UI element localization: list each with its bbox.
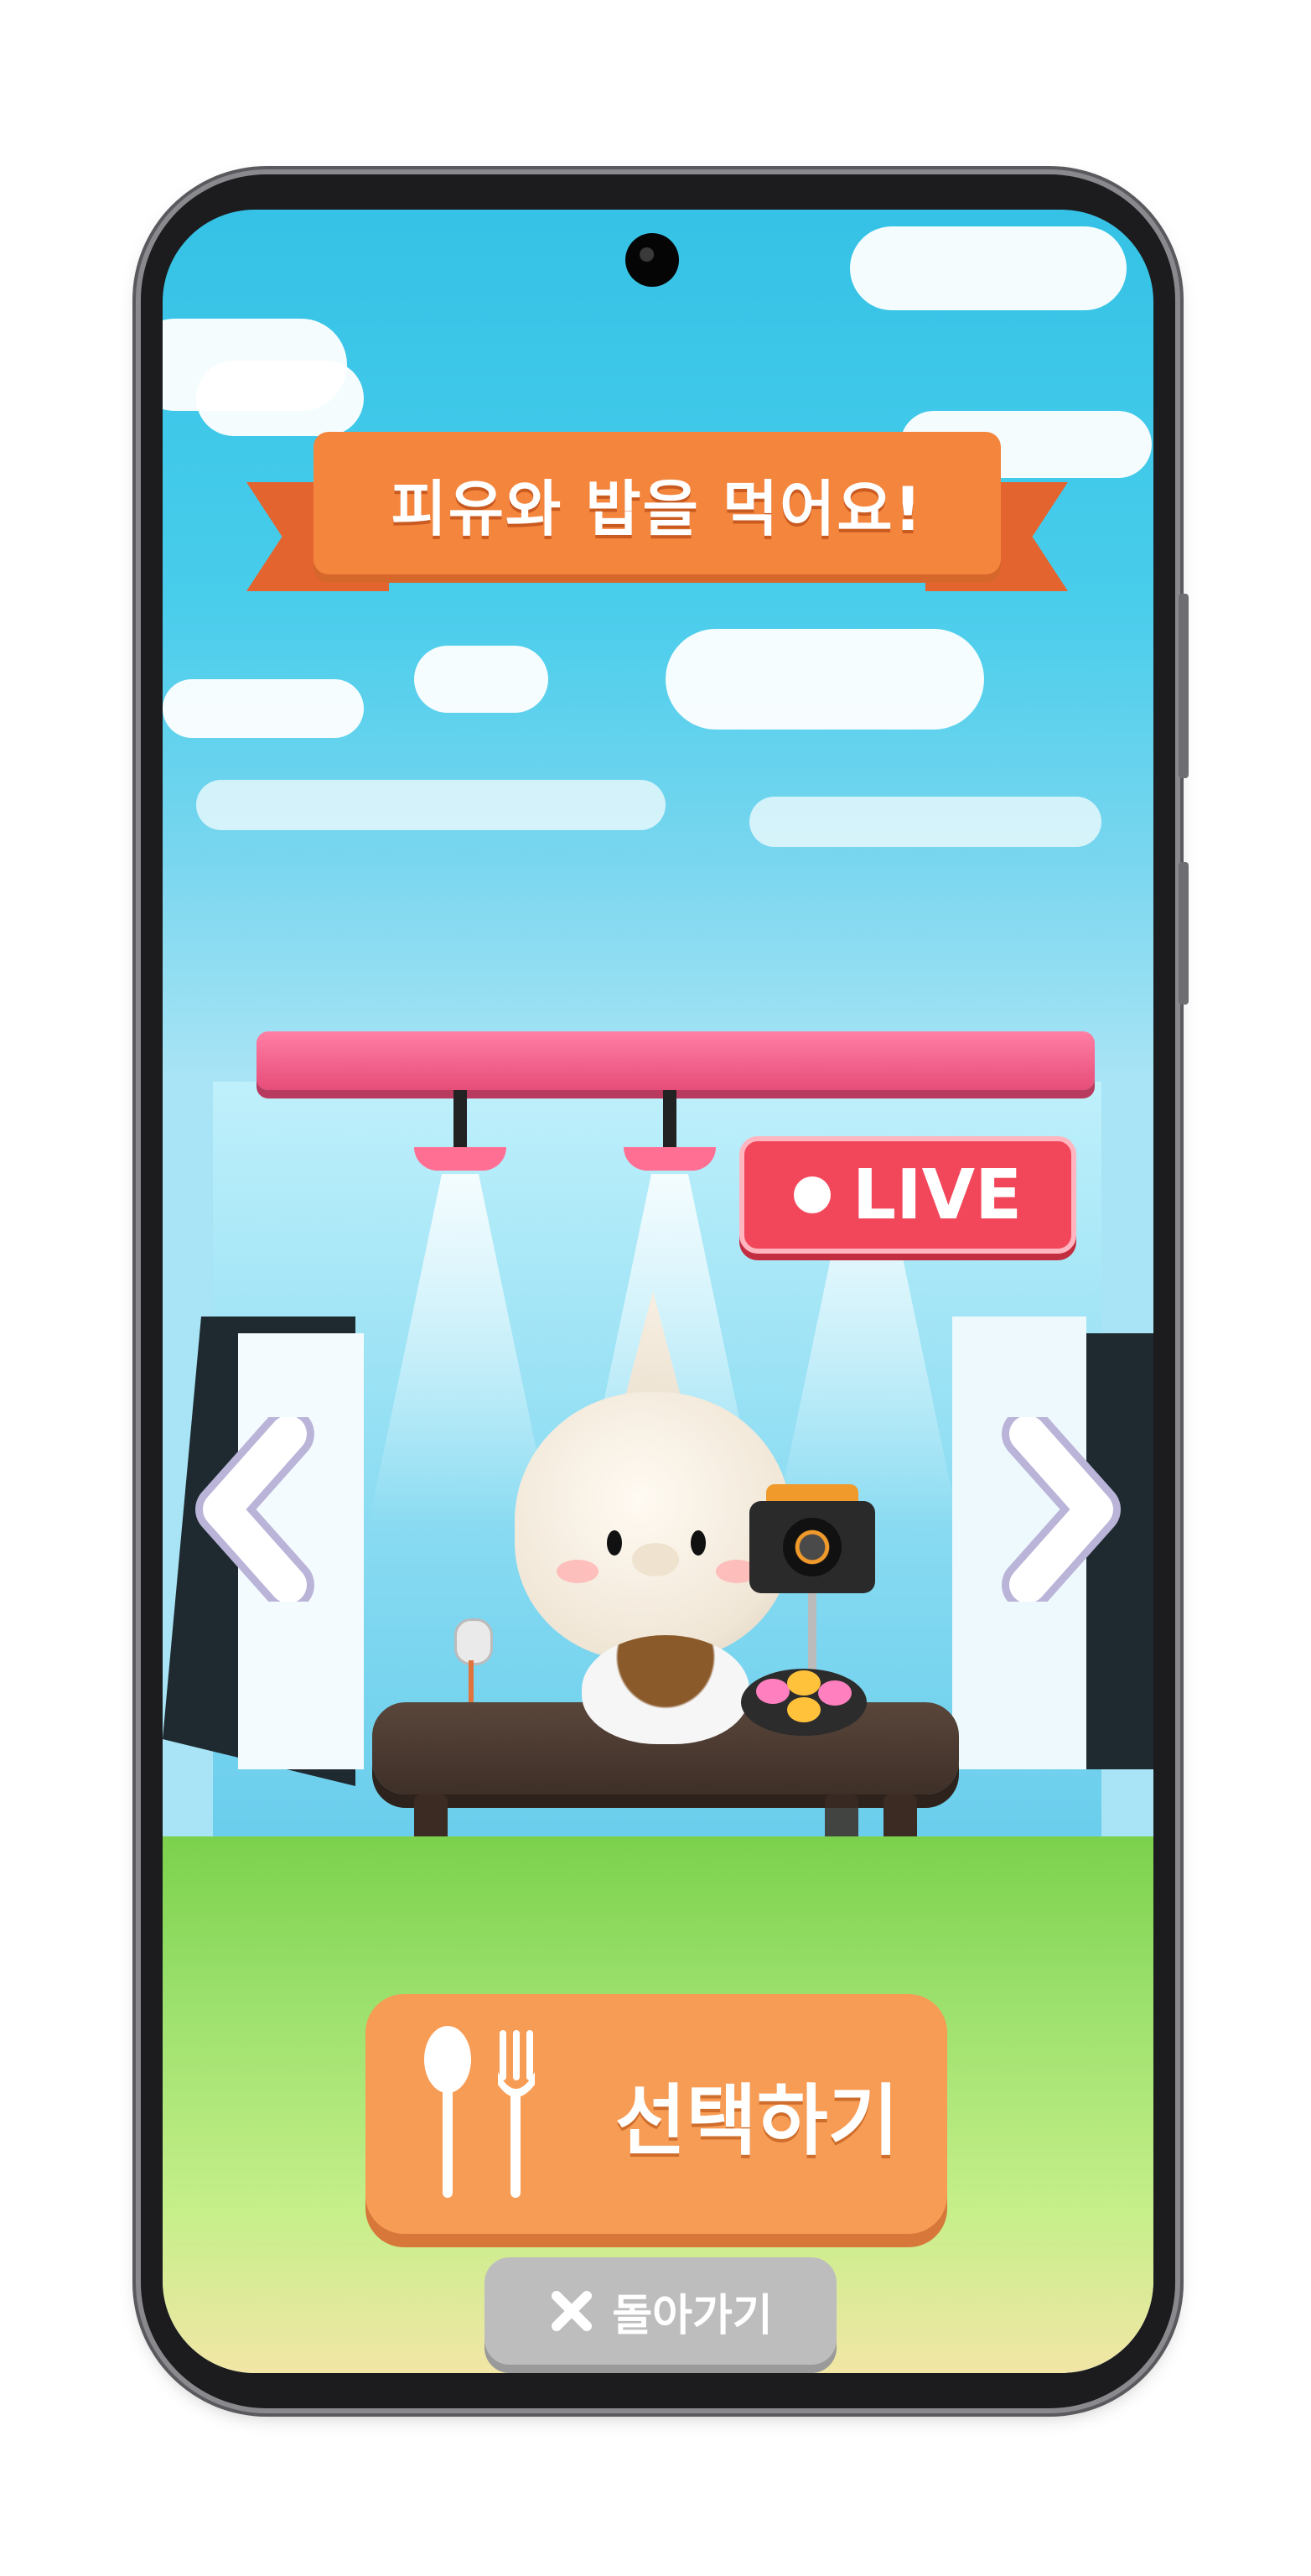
cloud [196,361,364,436]
noodle-bowl-icon [582,1635,749,1744]
record-dot-icon [793,1176,831,1213]
page-title: 피유와 밥을 먹어요! [314,432,1001,574]
select-button-label: 선택하기 [614,2075,899,2166]
front-camera [625,233,679,287]
phone-frame: 피유와 밥을 먹어요! LIVE 선택하기 돌아가기 [141,174,1189,2408]
back-button-label: 돌아가기 [612,2290,773,2341]
dessert-plate-icon [741,1669,867,1736]
select-button[interactable]: 선택하기 [365,1994,947,2234]
power-button [1179,862,1189,1005]
character-cheek [557,1560,598,1583]
cloud [414,646,548,713]
live-badge: LIVE [739,1136,1076,1254]
spoon-fork-icon [423,2026,535,2198]
next-button[interactable] [986,1417,1137,1602]
chevron-left-icon [195,1417,314,1602]
cloud [666,629,984,730]
live-label: LIVE [852,1155,1023,1235]
spotlight-lamp [414,1090,506,1174]
prev-button[interactable] [179,1417,330,1602]
chevron-right-icon [1002,1417,1121,1602]
cloud [850,226,1127,310]
game-screen: 피유와 밥을 먹어요! LIVE 선택하기 돌아가기 [163,210,1153,2373]
character-beak [632,1543,679,1576]
close-icon [552,2291,593,2331]
character-eye [691,1530,706,1555]
cloud [749,797,1101,847]
cloud [163,679,364,738]
back-button[interactable]: 돌아가기 [484,2257,837,2365]
spotlight-lamp [624,1090,716,1174]
lighting-rail [256,1031,1095,1090]
cloud [196,780,666,830]
character-eye [607,1530,622,1555]
camera-prop-icon [749,1484,875,1677]
title-ribbon: 피유와 밥을 먹어요! [246,432,1068,600]
studio-scene: LIVE [163,897,1153,2004]
volume-button [1179,594,1189,778]
